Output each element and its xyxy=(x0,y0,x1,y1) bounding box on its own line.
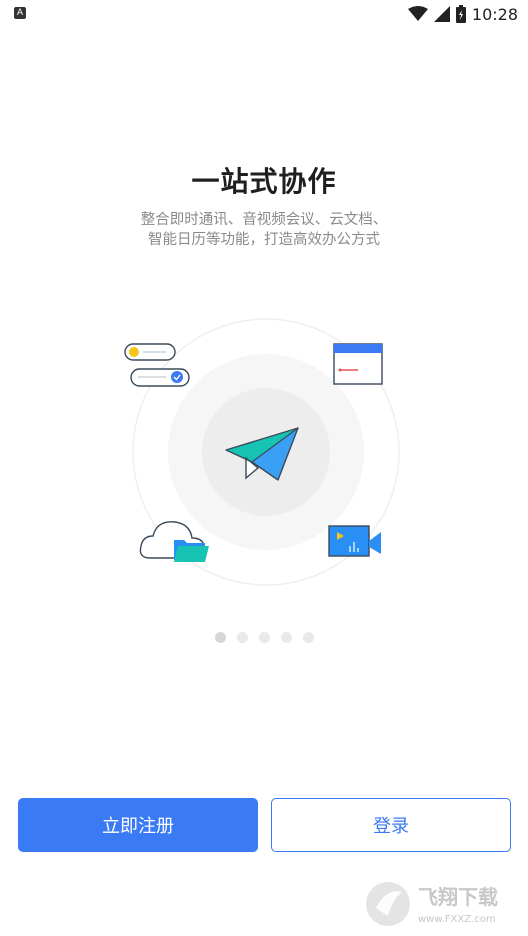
onboarding-subtitle-line2: 智能日历等功能，打造高效办公方式 xyxy=(148,232,380,248)
pager-dot-2[interactable] xyxy=(236,632,248,643)
watermark-url: www.FXXZ.com xyxy=(418,914,496,925)
login-button[interactable]: 登录 xyxy=(271,798,511,852)
wifi-icon xyxy=(407,6,428,21)
pager-dot-4[interactable] xyxy=(280,632,292,643)
signal-icon xyxy=(433,6,450,22)
status-icons: 10:28 xyxy=(407,4,518,24)
battery-icon xyxy=(455,5,466,23)
onboarding-illustration xyxy=(124,318,400,586)
pager-indicator xyxy=(0,632,528,643)
watermark-text: 飞翔下载 xyxy=(418,885,498,909)
register-button[interactable]: 立即注册 xyxy=(18,798,258,852)
onboarding-subtitle-line1: 整合即时通讯、音视频会议、云文档、 xyxy=(140,212,388,228)
pager-dot-1[interactable] xyxy=(214,632,226,643)
status-time: 10:28 xyxy=(471,4,518,24)
watermark-logo: 飞翔下载 www.FXXZ.com xyxy=(366,882,498,926)
keyboard-a-icon: A xyxy=(14,7,26,19)
pager-dot-3[interactable] xyxy=(258,632,270,643)
status-bar: A 10:28 xyxy=(0,0,528,28)
pager-dot-5[interactable] xyxy=(302,632,314,643)
calendar-window-icon xyxy=(333,343,383,385)
onboarding-title: 一站式协作 xyxy=(191,165,337,198)
cloud-folder-icon xyxy=(139,521,209,562)
